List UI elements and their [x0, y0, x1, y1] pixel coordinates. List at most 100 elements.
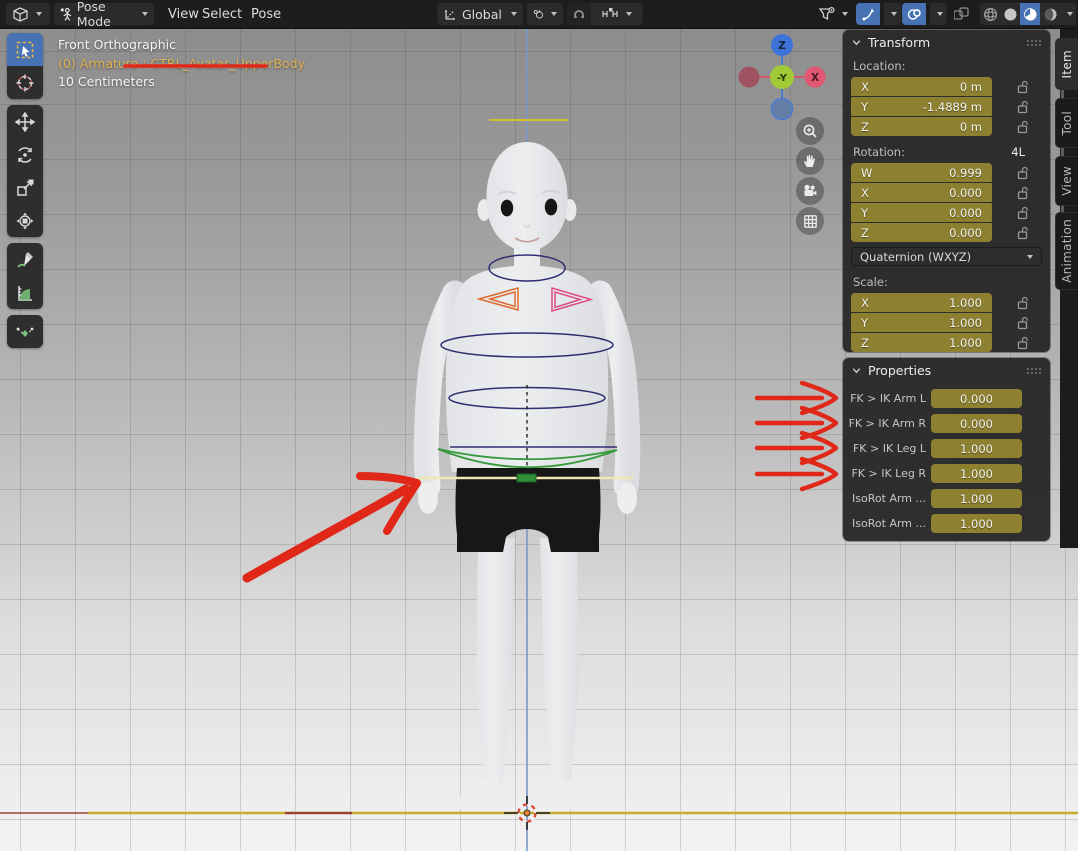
tool-transform[interactable] [7, 204, 43, 237]
prop-field-fk-ik-arm-r[interactable]: 0.000 [931, 414, 1022, 433]
scale-y-field[interactable]: Y1.000 [851, 313, 992, 332]
gizmo-options-chevron[interactable] [884, 3, 901, 25]
lock-scale-y-icon[interactable] [1016, 316, 1029, 330]
menu-select[interactable]: Select [196, 0, 248, 28]
shading-solid-button[interactable] [1000, 3, 1020, 25]
custom-prop-row: IsoRot Arm ... 1.000 [847, 514, 1042, 533]
mode-selector-label: Pose Mode [77, 0, 138, 29]
shading-wireframe-button[interactable] [980, 3, 1000, 25]
pivot-point-selector[interactable] [527, 3, 563, 25]
shading-rendered-button[interactable] [1040, 3, 1060, 25]
tool-cursor[interactable] [7, 66, 43, 99]
tab-item[interactable]: Item [1055, 38, 1078, 90]
lock-scale-z-icon[interactable] [1016, 336, 1029, 350]
grid-ortho-button[interactable] [796, 207, 824, 235]
tool-scale[interactable] [7, 171, 43, 204]
gizmo-label-x: X [811, 72, 819, 84]
scale-x-row: X1.000 [851, 293, 1042, 312]
shading-options-chevron[interactable] [1060, 3, 1076, 25]
viewport-3d[interactable]: Front Orthographic (0) Armature : CTRL_A… [0, 28, 1078, 851]
transform-orientation-selector[interactable]: Global [437, 3, 523, 25]
view-name-text: Front Orthographic [58, 36, 305, 55]
chevron-down-icon [1027, 255, 1033, 259]
overlays-options-chevron[interactable] [930, 3, 947, 25]
custom-prop-row: FK > IK Leg R 1.000 [847, 464, 1042, 483]
shading-material-preview-button[interactable] [1020, 3, 1040, 25]
camera-view-button[interactable] [796, 177, 824, 205]
panel-grip-icon[interactable] [1026, 39, 1042, 47]
scale-z-row: Z1.000 [851, 333, 1042, 352]
location-z-row: Z0 m [851, 117, 1042, 136]
collapse-chevron-icon [851, 365, 862, 376]
object-visibility-filter[interactable] [818, 3, 856, 25]
rotation-label: Rotation: [851, 145, 907, 159]
tool-annotate[interactable] [7, 243, 43, 276]
gizmo-axis-negz[interactable] [772, 99, 793, 120]
lock-location-x-icon[interactable] [1016, 80, 1029, 94]
tool-rotate[interactable] [7, 138, 43, 171]
overlays-icon [907, 7, 922, 22]
prop-field-fk-ik-leg-r[interactable]: 1.000 [931, 464, 1022, 483]
gizmo-arrow-icon [861, 7, 876, 22]
prop-field-fk-ik-arm-l[interactable]: 0.000 [931, 389, 1022, 408]
menu-pose[interactable]: Pose [245, 0, 287, 28]
editor-type-selector[interactable] [6, 3, 50, 25]
lock-rotation-x-icon[interactable] [1016, 186, 1029, 200]
bone-pelvis-handle[interactable] [517, 474, 536, 482]
prop-field-isorot-arm-1[interactable]: 1.000 [931, 489, 1022, 508]
location-y-field[interactable]: Y-1.4889 m [851, 97, 992, 116]
custom-prop-row: FK > IK Arm R 0.000 [847, 414, 1042, 433]
lock-location-z-icon[interactable] [1016, 120, 1029, 134]
tool-select-box[interactable] [7, 33, 43, 66]
tool-measure[interactable] [7, 276, 43, 309]
prop-field-isorot-arm-2[interactable]: 1.000 [931, 514, 1022, 533]
pivot-point-icon [533, 6, 544, 22]
chevron-down-icon [142, 12, 148, 16]
gizmo-axis-negx[interactable] [739, 67, 760, 88]
lock-rotation-w-icon[interactable] [1016, 166, 1029, 180]
chevron-down-icon [511, 12, 517, 16]
snap-target-selector[interactable] [595, 7, 638, 21]
rotation-x-row: X0.000 [851, 183, 1042, 202]
tool-move[interactable] [7, 105, 43, 138]
navigation-gizmo[interactable]: Z X -Y [737, 33, 827, 123]
tool-pose-breakdowner[interactable] [7, 315, 43, 348]
tab-view[interactable]: View [1055, 156, 1078, 206]
lock-rotation-z-icon[interactable] [1016, 226, 1029, 240]
lock-rotation-y-icon[interactable] [1016, 206, 1029, 220]
show-overlays-toggle[interactable] [902, 3, 926, 25]
transform-panel-title: Transform [868, 35, 930, 50]
prop-field-fk-ik-leg-l[interactable]: 1.000 [931, 439, 1022, 458]
viewport-header-overlay: Front Orthographic (0) Armature : CTRL_A… [58, 36, 305, 92]
xray-toggle[interactable] [950, 3, 974, 25]
snap-toggle-button[interactable] [567, 3, 591, 25]
rotation-z-field[interactable]: Z0.000 [851, 223, 992, 242]
scale-x-field[interactable]: X1.000 [851, 293, 992, 312]
rotation-x-field[interactable]: X0.000 [851, 183, 992, 202]
location-z-field[interactable]: Z0 m [851, 117, 992, 136]
active-object-text: (0) Armature : CTRL_Avatar_UpperBody [58, 55, 305, 74]
mode-selector[interactable]: Pose Mode [54, 3, 154, 25]
zoom-button[interactable] [796, 117, 824, 145]
transform-panel-header[interactable]: Transform [843, 30, 1050, 55]
tab-animation[interactable]: Animation [1055, 212, 1078, 290]
rotation-z-row: Z0.000 [851, 223, 1042, 242]
location-x-field[interactable]: X0 m [851, 77, 992, 96]
rotation-mode-dropdown[interactable]: Quaternion (WXYZ) [851, 247, 1042, 266]
chevron-down-icon [36, 12, 42, 16]
rotation-y-field[interactable]: Y0.000 [851, 203, 992, 222]
lock-scale-x-icon[interactable] [1016, 296, 1029, 310]
properties-panel-header[interactable]: Properties [843, 358, 1050, 383]
rotation-w-field[interactable]: W0.999 [851, 163, 992, 182]
panel-grip-icon[interactable] [1026, 367, 1042, 375]
lock-location-y-icon[interactable] [1016, 100, 1029, 114]
scale-z-field[interactable]: Z1.000 [851, 333, 992, 352]
tab-tool[interactable]: Tool [1055, 98, 1078, 148]
pan-hand-button[interactable] [796, 147, 824, 175]
view-controls [796, 117, 824, 235]
gizmo-label-z: Z [778, 40, 786, 52]
show-gizmo-toggle[interactable] [856, 3, 880, 25]
pose-mode-armature-icon [60, 7, 73, 22]
chevron-down-icon [551, 12, 557, 16]
snapping-controls [567, 3, 643, 25]
